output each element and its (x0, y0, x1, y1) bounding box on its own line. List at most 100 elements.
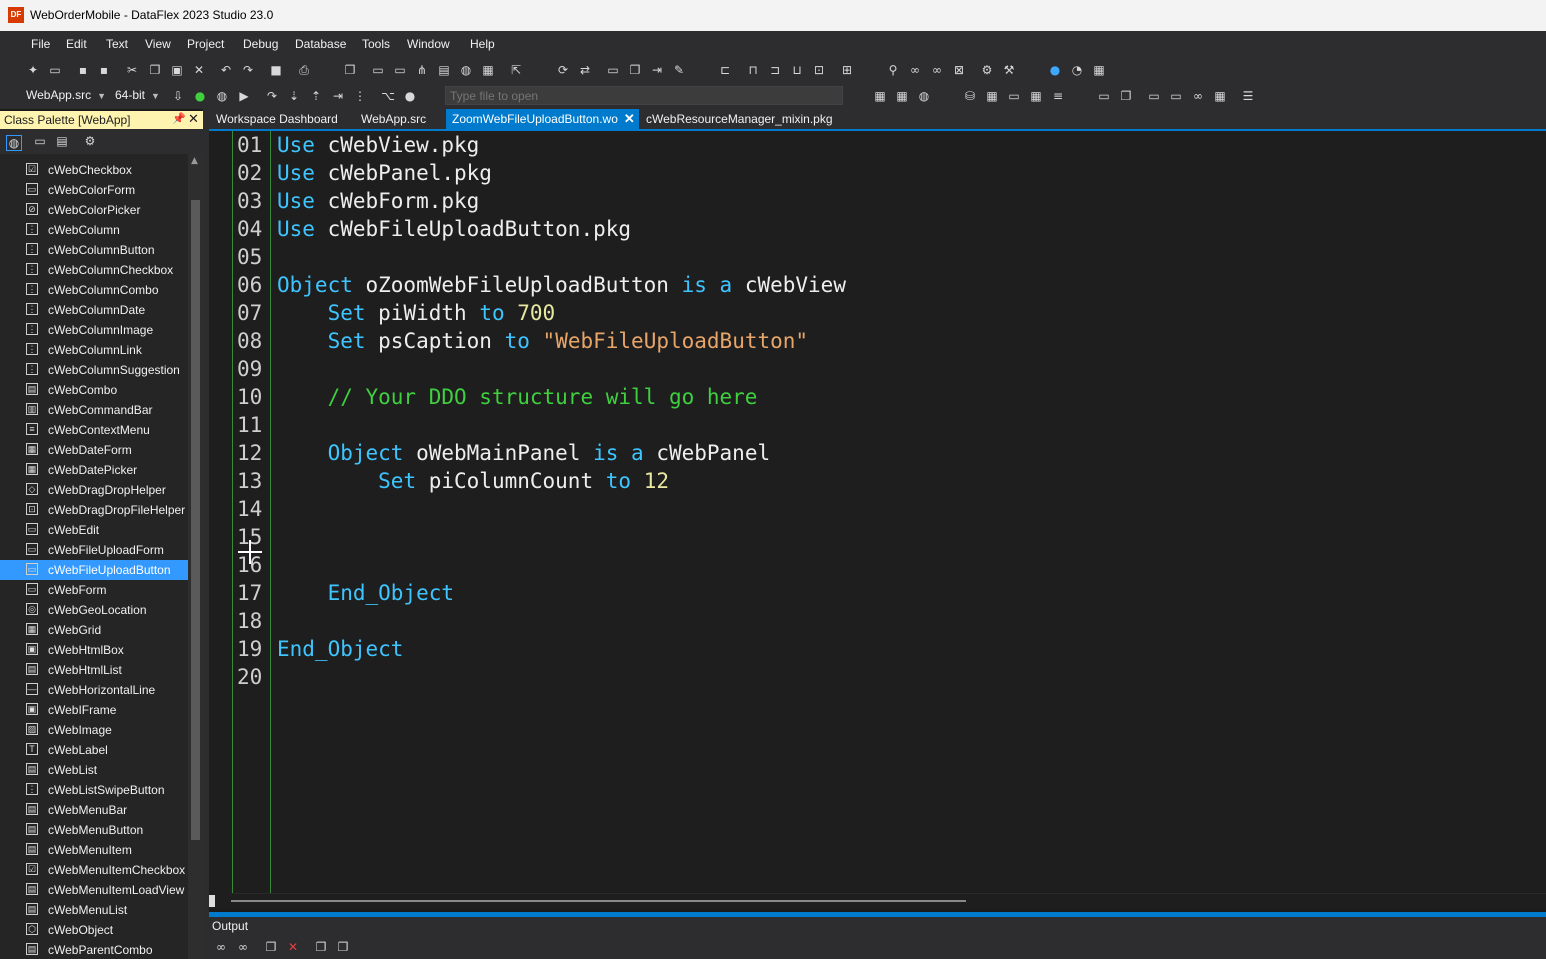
monitor-web-icon[interactable]: ▭ (1169, 89, 1183, 103)
palette-item[interactable]: ▤ cWebMenuItemLoadView (0, 880, 188, 900)
edit-form-icon[interactable]: ✎ (672, 63, 686, 77)
paste-icon[interactable]: ▣ (170, 63, 184, 77)
align-center-icon[interactable]: ⊡ (812, 63, 826, 77)
palette-item[interactable]: ▭ cWebForm (0, 580, 188, 600)
glasses-icon[interactable]: ∞ (1191, 89, 1205, 103)
palette-item[interactable]: ⬡ cWebObject (0, 920, 188, 940)
palette-item[interactable]: ⋮ cWebColumnSuggestion (0, 360, 188, 380)
menu-text[interactable]: Text (106, 37, 128, 51)
output-clear-icon[interactable]: ✕ (286, 940, 300, 954)
table-tree-icon[interactable]: ▦ (895, 89, 909, 103)
delete-icon[interactable]: ✕ (192, 63, 206, 77)
menu-view[interactable]: View (145, 37, 171, 51)
attach-icon[interactable]: ⌥ (381, 89, 395, 103)
tab-workspace-dashboard[interactable]: Workspace Dashboard (216, 109, 338, 129)
database-icon[interactable]: ⛁ (963, 89, 977, 103)
tab-webapp-src[interactable]: WebApp.src (361, 109, 426, 129)
menu-window[interactable]: Window (407, 37, 450, 51)
export-icon[interactable]: ⇱ (509, 63, 523, 77)
palette-item[interactable]: ⋮ cWebColumnCombo (0, 280, 188, 300)
code-line[interactable]: Set piWidth to 700 (277, 299, 556, 327)
refresh-icon[interactable]: ⟳ (556, 63, 570, 77)
cut-icon[interactable]: ✂ (125, 63, 139, 77)
scrollbar-thumb[interactable] (231, 900, 966, 902)
scroll-up-icon[interactable]: ▲ (191, 156, 198, 166)
stop-debug-icon[interactable]: ● (403, 89, 417, 103)
palette-item[interactable]: ▤ cWebHtmlList (0, 660, 188, 680)
scroll-left-button[interactable] (209, 895, 215, 907)
palette-item[interactable]: ☑ cWebMenuItemCheckbox (0, 860, 188, 880)
palette-item[interactable]: ▤ cWebParentCombo (0, 940, 188, 959)
db-grid-icon[interactable]: ▦ (985, 89, 999, 103)
step-over-icon[interactable]: ↷ (265, 89, 279, 103)
windows-icon[interactable]: ❐ (343, 63, 357, 77)
code-line[interactable]: Object oWebMainPanel is a cWebPanel (277, 439, 771, 467)
report-icon[interactable]: ▤ (437, 63, 451, 77)
class-settings-icon[interactable]: ⚙ (83, 134, 97, 148)
palette-item[interactable]: — cWebHorizontalLine (0, 680, 188, 700)
grid-icon[interactable]: ▦ (481, 63, 495, 77)
undo-icon[interactable]: ↶ (219, 63, 233, 77)
menu-edit[interactable]: Edit (66, 37, 87, 51)
palette-item[interactable]: ▤ cWebMenuButton (0, 820, 188, 840)
db-explorer-icon[interactable]: ▦ (1029, 89, 1043, 103)
copy-form-icon[interactable]: ❐ (628, 63, 642, 77)
play-icon[interactable]: ▶ (237, 89, 251, 103)
palette-item[interactable]: ▤ cWebMenuBar (0, 800, 188, 820)
menu-help[interactable]: Help (470, 37, 495, 51)
palette-item[interactable]: ◇ cWebDragDropHelper (0, 480, 188, 500)
pause-icon[interactable]: ◍ (215, 89, 229, 103)
align-right-icon[interactable]: ⊐ (768, 63, 782, 77)
palette-item[interactable]: ⊡ cWebDragDropFileHelper (0, 500, 188, 520)
output-window-icon[interactable]: ❐ (314, 940, 328, 954)
shuffle-icon[interactable]: ⇄ (578, 63, 592, 77)
run-to-cursor-icon[interactable]: ⇥ (331, 89, 345, 103)
scrollbar-thumb[interactable] (191, 200, 200, 840)
palette-item[interactable]: ☑ cWebCheckbox (0, 160, 188, 180)
code-line[interactable]: Use cWebView.pkg (277, 131, 479, 159)
tab-zoomwebfileuploadbutton[interactable]: ZoomWebFileUploadButton.wo ✕ (446, 109, 639, 129)
close-tab-icon[interactable]: ✕ (624, 111, 635, 126)
palette-item[interactable]: ▭ cWebColorForm (0, 180, 188, 200)
list-view-icon[interactable]: ☰ (1241, 89, 1255, 103)
replace-icon[interactable]: ⊠ (952, 63, 966, 77)
about-icon[interactable]: ◔ (1070, 63, 1084, 77)
class-palette-scrollbar[interactable]: ▲ (188, 154, 203, 959)
menu-tools[interactable]: Tools (362, 37, 390, 51)
align-bottom-icon[interactable]: ⊔ (790, 63, 804, 77)
palette-item[interactable]: ⋮ cWebColumnButton (0, 240, 188, 260)
palette-item[interactable]: ▦ cWebDatePicker (0, 460, 188, 480)
window-stack-icon[interactable]: ❐ (1119, 89, 1133, 103)
code-line[interactable]: Use cWebForm.pkg (277, 187, 479, 215)
web-classes-icon[interactable]: ◍ (6, 135, 22, 151)
tools-icon[interactable]: ⚙ (980, 63, 994, 77)
code-line[interactable]: End_Object (277, 579, 454, 607)
sql-icon[interactable]: ≡ (1051, 89, 1065, 103)
panel-icon[interactable]: ▭ (393, 63, 407, 77)
palette-item[interactable]: ⋮ cWebColumnDate (0, 300, 188, 320)
palette-item[interactable]: ▭ cWebEdit (0, 520, 188, 540)
palette-item[interactable]: TcWebLabel (0, 740, 188, 760)
save-all-icon[interactable]: ▪ (97, 63, 111, 77)
palette-item[interactable]: ⋮ cWebListSwipeButton (0, 780, 188, 800)
palette-item[interactable]: ⋮ cWebColumnCheckbox (0, 260, 188, 280)
search-icon[interactable]: ⚲ (886, 63, 900, 77)
find-prev-icon[interactable]: ∞ (930, 63, 944, 77)
form-icon[interactable]: ▭ (606, 63, 620, 77)
monitor-icon[interactable]: ▭ (1147, 89, 1161, 103)
output-copy-icon[interactable]: ❐ (264, 940, 278, 954)
palette-item[interactable]: ▦ cWebDateForm (0, 440, 188, 460)
calendar-icon[interactable]: ▦ (1092, 63, 1106, 77)
palette-item[interactable]: ⋮ cWebColumn (0, 220, 188, 240)
palette-item[interactable]: ▥ cWebCommandBar (0, 400, 188, 420)
breakpoints-icon[interactable]: ⋮ (353, 89, 367, 103)
table-icon[interactable]: ▦ (873, 89, 887, 103)
options-icon[interactable]: ⚒ (1002, 63, 1016, 77)
code-line[interactable]: Set piColumnCount to 12 (277, 467, 669, 495)
palette-item[interactable]: ▭ cWebFileUploadForm (0, 540, 188, 560)
output-find-next-icon[interactable]: ∞ (236, 940, 250, 954)
palette-item[interactable]: ▤ cWebCombo (0, 380, 188, 400)
pin-icon[interactable]: 📌 (172, 112, 186, 125)
class-tree-icon[interactable]: ▤ (55, 134, 69, 148)
menu-database[interactable]: Database (295, 37, 346, 51)
